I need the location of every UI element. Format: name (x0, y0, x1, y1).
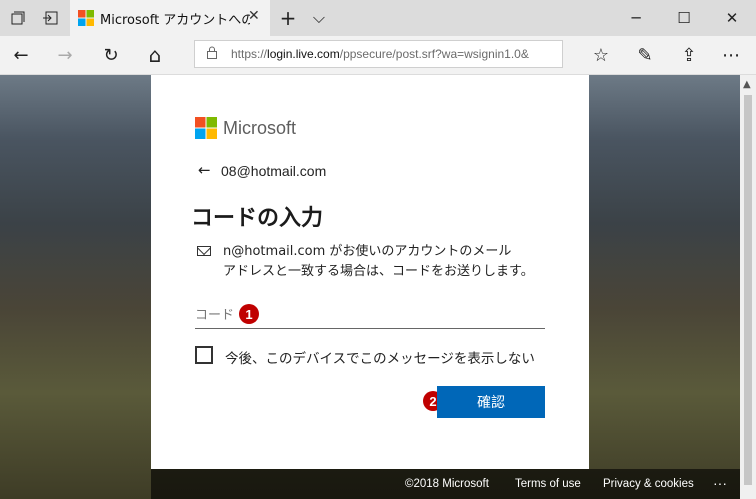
page-background: Microsoft ← 08@hotmail.com コードの入力 n@hotm… (0, 75, 740, 499)
favorites-icon[interactable]: ☆ (586, 40, 616, 70)
share-icon[interactable]: ⇪ (674, 40, 704, 70)
confirm-button[interactable]: 確認 (437, 386, 545, 418)
description: n@hotmail.com がお使いのアカウントのメール アドレスと一致する場合… (223, 242, 573, 282)
url-host: login.live.com (267, 47, 340, 61)
checkbox-label: 今後、このデバイスでこのメッセージを表示しない (225, 351, 535, 367)
url-scheme: https:// (231, 47, 268, 61)
address-bar[interactable]: https://login.live.com/ppsecure/post.srf… (194, 40, 563, 68)
sign-in-card: Microsoft ← 08@hotmail.com コードの入力 n@hotm… (151, 75, 589, 469)
vertical-scrollbar[interactable]: ▲ (740, 75, 756, 499)
mail-icon (197, 246, 211, 256)
notes-icon[interactable]: ✎ (630, 40, 660, 70)
page-title: コードの入力 (191, 206, 324, 231)
browser-tab[interactable]: Microsoft アカウントへのサ ✕ (70, 0, 270, 36)
scroll-up-icon[interactable]: ▲ (743, 79, 751, 90)
microsoft-logo-icon (195, 117, 217, 139)
terms-link[interactable]: Terms of use (515, 478, 581, 490)
email-identity: 08@hotmail.com (221, 163, 327, 179)
maximize-button[interactable]: ☐ (660, 0, 708, 36)
tab-manager-icon[interactable] (6, 6, 30, 30)
brand-name: Microsoft (223, 118, 297, 138)
tab-title: Microsoft アカウントへのサ (100, 13, 250, 28)
footer-more-icon[interactable]: ··· (713, 475, 727, 491)
address-url: https://login.live.com/ppsecure/post.srf… (231, 47, 557, 61)
new-tab-button[interactable]: + (276, 6, 300, 30)
back-arrow-icon[interactable]: ← (198, 161, 211, 179)
dont-show-again-checkbox[interactable] (195, 346, 213, 364)
microsoft-logo-icon (78, 10, 94, 26)
footer-bar: ©2018 Microsoft Terms of use Privacy & c… (151, 469, 740, 499)
back-icon[interactable]: ← (6, 40, 36, 70)
lock-icon (207, 46, 217, 63)
more-icon[interactable]: ⋯ (716, 40, 746, 70)
description-line-1: n@hotmail.com がお使いのアカウントのメール (223, 244, 512, 259)
title-bar: Microsoft アカウントへのサ ✕ + ⌵ ─ ☐ ✕ (0, 0, 756, 36)
close-tab-icon[interactable]: ✕ (248, 8, 260, 24)
set-aside-tabs-icon[interactable] (38, 6, 62, 30)
description-line-2: アドレスと一致する場合は、コードをお送りします。 (223, 264, 534, 279)
privacy-link[interactable]: Privacy & cookies (603, 478, 694, 490)
navigation-bar: ← → ↻ ⌂ https://login.live.com/ppsecure/… (0, 36, 756, 75)
home-icon[interactable]: ⌂ (140, 40, 170, 70)
copyright-text: ©2018 Microsoft (405, 478, 489, 490)
forward-icon[interactable]: → (50, 40, 80, 70)
tab-list-chevron-icon[interactable]: ⌵ (307, 6, 331, 30)
minimize-button[interactable]: ─ (612, 0, 660, 36)
step-badge-1: 1 (239, 304, 259, 324)
refresh-icon[interactable]: ↻ (96, 40, 126, 70)
close-window-button[interactable]: ✕ (708, 0, 756, 36)
scroll-thumb[interactable] (744, 95, 752, 485)
url-path: /ppsecure/post.srf?wa=wsignin1.0& (339, 47, 529, 61)
